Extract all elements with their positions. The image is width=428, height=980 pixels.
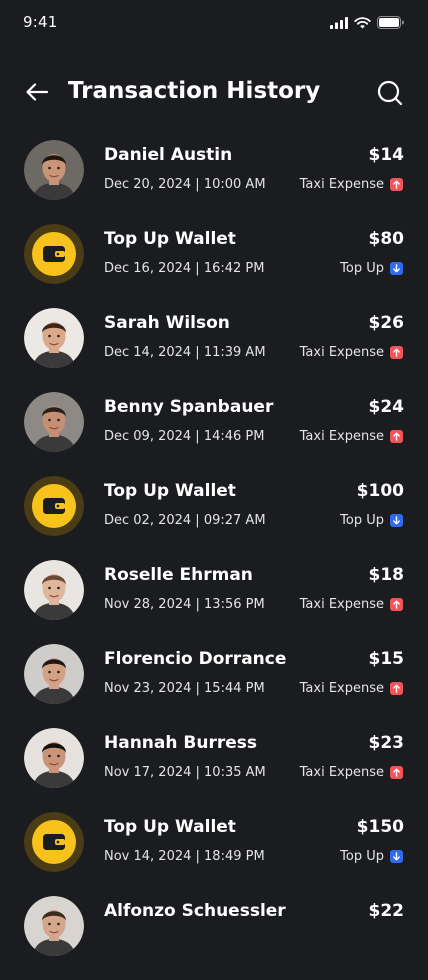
transaction-row[interactable]: Top Up Wallet Nov 14, 2024 | 18:49 PM $150… — [0, 812, 428, 896]
transaction-row[interactable]: Florencio Dorrance Nov 23, 2024 | 15:44 P… — [0, 644, 428, 728]
transaction-type-label: Taxi Expense — [299, 345, 384, 360]
transaction-name: Daniel Austin — [104, 145, 233, 165]
transaction-name: Florencio Dorrance — [104, 649, 287, 669]
transaction-type-label: Taxi Expense — [299, 765, 384, 780]
transaction-row[interactable]: Hannah Burress Nov 17, 2024 | 10:35 AM $23… — [0, 728, 428, 812]
transaction-type-label: Taxi Expense — [299, 429, 384, 444]
status-time: 9:41 — [23, 13, 58, 31]
status-bar: 9:41 — [0, 0, 428, 44]
arrow-up-icon — [390, 682, 403, 695]
transaction-type: Taxi Expense — [300, 177, 403, 192]
battery-icon — [377, 14, 404, 33]
transaction-date: Dec 20, 2024 | 10:00 AM — [104, 177, 266, 192]
transaction-name: Roselle Ehrman — [104, 565, 253, 585]
avatar — [24, 392, 84, 452]
avatar — [24, 308, 84, 368]
transaction-type-label: Top Up — [340, 261, 384, 276]
wallet-icon — [24, 476, 84, 536]
transaction-name: Alfonzo Schuessler — [104, 901, 286, 921]
transaction-amount: $14 — [368, 145, 405, 165]
transaction-type: Top Up — [340, 849, 403, 864]
transaction-name: Sarah Wilson — [104, 313, 230, 333]
transaction-list: Daniel Austin Dec 20, 2024 | 10:00 AM $14 T… — [0, 140, 428, 980]
arrow-up-icon — [390, 430, 403, 443]
transaction-date: Nov 23, 2024 | 15:44 PM — [104, 681, 265, 696]
transaction-amount: $150 — [356, 817, 404, 837]
transaction-amount: $100 — [356, 481, 404, 501]
arrow-left-icon — [26, 83, 49, 101]
arrow-down-icon — [390, 514, 403, 527]
transaction-type: Taxi Expense — [300, 681, 403, 696]
transaction-amount: $24 — [368, 397, 405, 417]
avatar — [24, 140, 84, 200]
transaction-date: Nov 28, 2024 | 13:56 PM — [104, 597, 265, 612]
transaction-date: Dec 14, 2024 | 11:39 AM — [104, 345, 266, 360]
arrow-down-icon — [390, 262, 403, 275]
transaction-row[interactable]: Roselle Ehrman Nov 28, 2024 | 13:56 PM $18… — [0, 560, 428, 644]
transaction-name: Top Up Wallet — [104, 817, 236, 837]
transaction-type-label: Taxi Expense — [299, 681, 384, 696]
transaction-type: Taxi Expense — [300, 597, 403, 612]
transaction-row[interactable]: Sarah Wilson Dec 14, 2024 | 11:39 AM $26 Ta… — [0, 308, 428, 392]
transaction-type-label: Top Up — [340, 513, 384, 528]
transaction-type: Taxi Expense — [300, 345, 403, 360]
wifi-icon — [354, 14, 371, 33]
avatar — [24, 728, 84, 788]
transaction-amount: $80 — [368, 229, 405, 249]
transaction-type: Top Up — [340, 513, 403, 528]
search-button[interactable] — [376, 79, 404, 107]
arrow-up-icon — [390, 598, 403, 611]
transaction-type: Taxi Expense — [300, 765, 403, 780]
transaction-amount: $23 — [368, 733, 405, 753]
transaction-date: Dec 16, 2024 | 16:42 PM — [104, 261, 265, 276]
transaction-row[interactable]: Alfonzo Schuessler $22 — [0, 896, 428, 980]
transaction-type: Taxi Expense — [300, 429, 403, 444]
transaction-type-label: Taxi Expense — [299, 177, 384, 192]
transaction-amount: $26 — [368, 313, 405, 333]
back-button[interactable] — [24, 79, 50, 105]
transaction-type-label: Top Up — [340, 849, 384, 864]
page-title: Transaction History — [68, 78, 321, 104]
header: Transaction History — [0, 68, 428, 116]
transaction-date: Dec 02, 2024 | 09:27 AM — [104, 513, 266, 528]
avatar — [24, 560, 84, 620]
transaction-type-label: Taxi Expense — [299, 597, 384, 612]
transaction-name: Top Up Wallet — [104, 229, 236, 249]
transaction-name: Top Up Wallet — [104, 481, 236, 501]
transaction-row[interactable]: Benny Spanbauer Dec 09, 2024 | 14:46 PM $2… — [0, 392, 428, 476]
transaction-amount: $18 — [368, 565, 405, 585]
arrow-down-icon — [390, 850, 403, 863]
transaction-type: Top Up — [340, 261, 403, 276]
transaction-row[interactable]: Daniel Austin Dec 20, 2024 | 10:00 AM $14 T… — [0, 140, 428, 224]
transaction-date: Nov 17, 2024 | 10:35 AM — [104, 765, 266, 780]
transaction-date: Nov 14, 2024 | 18:49 PM — [104, 849, 265, 864]
search-icon — [377, 80, 403, 106]
transaction-name: Hannah Burress — [104, 733, 257, 753]
transaction-row[interactable]: Top Up Wallet Dec 02, 2024 | 09:27 AM $100… — [0, 476, 428, 560]
wallet-icon — [24, 812, 84, 872]
transaction-date: Dec 09, 2024 | 14:46 PM — [104, 429, 265, 444]
transaction-amount: $22 — [368, 901, 405, 921]
wallet-icon — [24, 224, 84, 284]
transaction-amount: $15 — [368, 649, 405, 669]
avatar — [24, 896, 84, 956]
status-icons — [330, 14, 404, 33]
cellular-signal-icon — [330, 14, 348, 33]
avatar — [24, 644, 84, 704]
transaction-row[interactable]: Top Up Wallet Dec 16, 2024 | 16:42 PM $80 T… — [0, 224, 428, 308]
transaction-name: Benny Spanbauer — [104, 397, 274, 417]
arrow-up-icon — [390, 346, 403, 359]
arrow-up-icon — [390, 766, 403, 779]
arrow-up-icon — [390, 178, 403, 191]
